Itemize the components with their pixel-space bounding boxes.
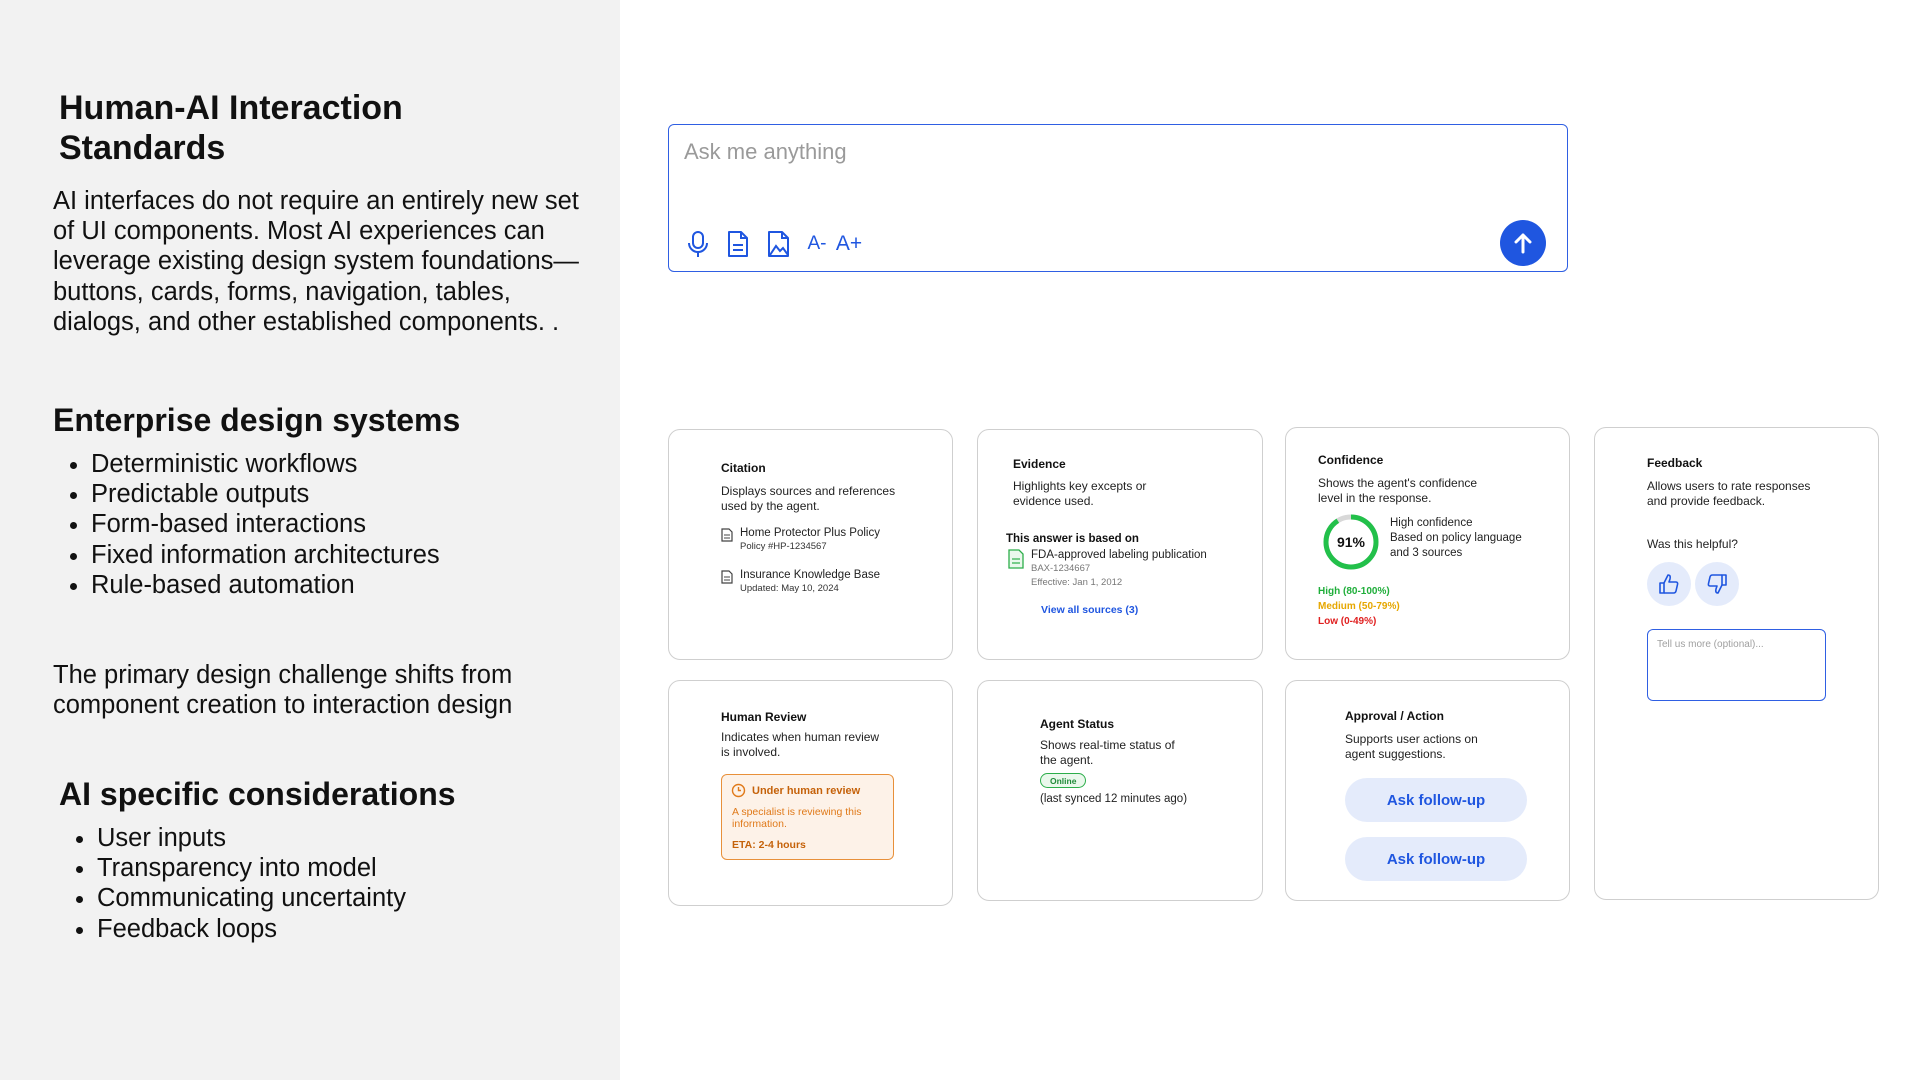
source-meta: Policy #HP-1234567 (740, 541, 827, 552)
helpful-question: Was this helpful? (1647, 537, 1738, 551)
microphone-icon[interactable] (681, 227, 715, 261)
citation-source[interactable]: Home Protector Plus Policy Policy #HP-12… (721, 527, 880, 553)
citation-card: Citation Displays sources and references… (668, 429, 953, 660)
document-icon (721, 570, 733, 584)
send-button[interactable] (1500, 220, 1546, 266)
green-document-icon (1008, 549, 1024, 569)
source-date: Effective: Jan 1, 2012 (1031, 577, 1123, 588)
review-status: Under human review (752, 784, 861, 797)
agent-status-card: Agent Status Shows real-time status of t… (977, 680, 1263, 901)
enterprise-list: Deterministic workflows Predictable outp… (53, 449, 440, 600)
card-title: Feedback (1647, 456, 1703, 470)
feedback-placeholder: Tell us more (optional)... (1657, 639, 1764, 650)
enterprise-heading: Enterprise design systems (53, 402, 461, 438)
card-title: Citation (721, 461, 766, 475)
source-name: Home Protector Plus Policy (740, 527, 880, 539)
clock-icon (731, 783, 746, 798)
confidence-legend: High (80-100%) Medium (50-79%) Low (0-49… (1318, 584, 1400, 629)
ai-heading: AI specific considerations (59, 776, 456, 812)
list-item: Predictable outputs (91, 479, 440, 509)
ask-input-box[interactable]: Ask me anything A- A+ (668, 124, 1568, 272)
card-title: Confidence (1318, 453, 1384, 467)
review-eta: ETA: 2-4 hours (732, 839, 806, 851)
source-name: FDA-approved labeling publication (1031, 549, 1207, 561)
legend-low: Low (0-49%) (1318, 616, 1377, 627)
evidence-card: Evidence Highlights key excepts or evide… (977, 429, 1263, 660)
legend-high: High (80-100%) (1318, 586, 1390, 597)
thumbs-up-icon (1659, 574, 1679, 594)
status-badge: Online (1040, 773, 1087, 788)
list-item: Form-based interactions (91, 509, 440, 539)
increase-font-button[interactable]: A+ (832, 227, 866, 261)
card-description: Shows the agent's confidence level in th… (1318, 476, 1478, 505)
confidence-basis: Based on policy language and 3 sources (1390, 532, 1522, 559)
decrease-font-button[interactable]: A- (800, 227, 834, 261)
view-all-sources-link[interactable]: View all sources (3) (1041, 604, 1138, 616)
feedback-textarea[interactable]: Tell us more (optional)... (1647, 629, 1826, 701)
confidence-value: 91% (1336, 534, 1366, 550)
shift-paragraph: The primary design challenge shifts from… (53, 661, 513, 720)
source-id: BAX-1234667 (1031, 563, 1091, 574)
confidence-ring: 91% (1322, 513, 1380, 571)
citation-source[interactable]: Insurance Knowledge Base Updated: May 10… (721, 569, 880, 595)
list-item: Fixed information architectures (91, 540, 440, 570)
card-title: Evidence (1013, 457, 1066, 471)
card-title: Human Review (721, 710, 807, 724)
document-icon (721, 528, 733, 542)
image-file-icon[interactable] (762, 227, 796, 261)
ask-follow-up-button[interactable]: Ask follow-up (1345, 778, 1527, 822)
card-description: Indicates when human review is involved. (721, 730, 880, 759)
card-description: Allows users to rate responses and provi… (1647, 479, 1811, 508)
source-name: Insurance Knowledge Base (740, 569, 881, 581)
feedback-card: Feedback Allows users to rate responses … (1594, 427, 1879, 900)
card-title: Approval / Action (1345, 709, 1444, 723)
list-item: Transparency into model (97, 853, 406, 883)
source-meta: Updated: May 10, 2024 (740, 583, 839, 594)
card-description: Displays sources and references used by … (721, 484, 896, 513)
ask-placeholder[interactable]: Ask me anything (684, 139, 847, 165)
card-description: Supports user actions on agent suggestio… (1345, 732, 1478, 761)
list-item: Rule-based automation (91, 570, 440, 600)
confidence-card: Confidence Shows the agent's confidence … (1285, 427, 1570, 660)
approval-card: Approval / Action Supports user actions … (1285, 680, 1570, 901)
thumbs-down-icon (1707, 574, 1727, 594)
thumbs-up-button[interactable] (1647, 562, 1691, 606)
confidence-level: High confidence (1390, 517, 1473, 529)
intro-paragraph: AI interfaces do not require an entirely… (53, 187, 579, 336)
document-icon[interactable] (721, 227, 755, 261)
ai-list: User inputs Transparency into model Comm… (59, 823, 406, 944)
based-on-label: This answer is based on (1006, 533, 1139, 545)
last-synced: (last synced 12 minutes ago) (1040, 793, 1188, 805)
human-review-card: Human Review Indicates when human review… (668, 680, 953, 906)
left-panel: Human-AI Interaction Standards AI interf… (0, 0, 620, 1080)
review-message: A specialist is reviewing this informati… (732, 806, 862, 830)
ask-follow-up-button[interactable]: Ask follow-up (1345, 837, 1527, 881)
list-item: User inputs (97, 823, 406, 853)
card-description: Shows real-time status of the agent. (1040, 738, 1175, 767)
list-item: Communicating uncertainty (97, 883, 406, 913)
card-description: Highlights key excepts or evidence used. (1013, 479, 1147, 508)
list-item: Feedback loops (97, 914, 406, 944)
legend-medium: Medium (50-79%) (1318, 601, 1400, 612)
arrow-up-icon (1514, 233, 1532, 254)
page-title: Human-AI Interaction Standards (59, 89, 403, 167)
card-title: Agent Status (1040, 717, 1115, 731)
review-status-box: Under human review A specialist is revie… (721, 774, 894, 860)
evidence-source[interactable]: FDA-approved labeling publication BAX-12… (1008, 549, 1207, 590)
list-item: Deterministic workflows (91, 449, 440, 479)
thumbs-down-button[interactable] (1695, 562, 1739, 606)
